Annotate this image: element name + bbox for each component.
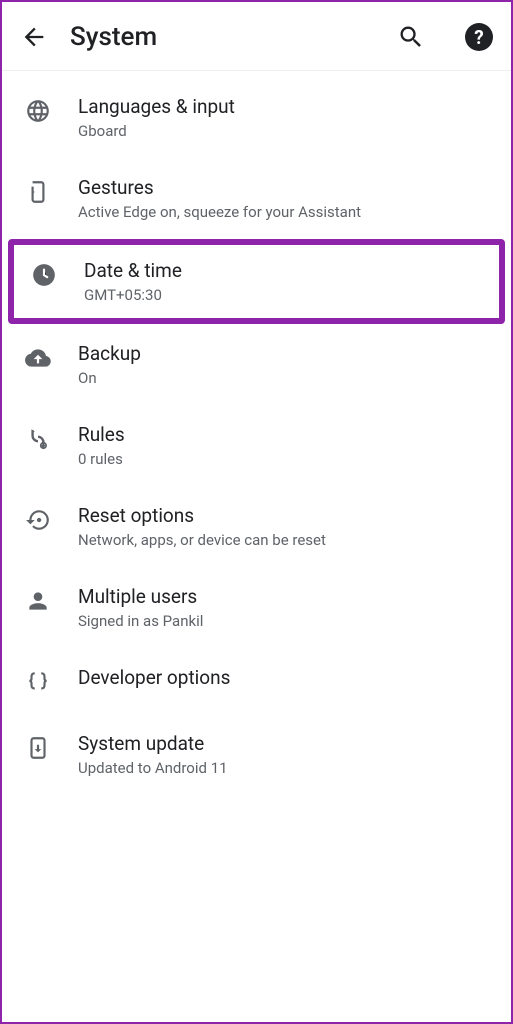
list-item-developer[interactable]: Developer options [2,648,511,714]
globe-icon [24,97,52,125]
item-subtitle: Updated to Android 11 [78,759,228,777]
user-icon [24,587,52,615]
item-subtitle: 0 rules [78,450,125,468]
rules-icon [24,425,52,453]
reset-icon [24,506,52,534]
header: System ? [2,2,511,71]
braces-icon [24,668,52,696]
item-subtitle: On [78,369,141,387]
item-label: Languages & input [78,95,235,118]
item-label: Reset options [78,504,326,527]
clock-icon [30,261,58,289]
item-label: Date & time [84,259,182,282]
item-subtitle: Network, apps, or device can be reset [78,531,326,549]
list-item-gestures[interactable]: Gestures Active Edge on, squeeze for you… [2,158,511,239]
item-label: Backup [78,342,141,365]
item-label: Multiple users [78,585,203,608]
list-item-backup[interactable]: Backup On [2,324,511,405]
list-item-system-update[interactable]: System update Updated to Android 11 [2,714,511,795]
item-label: Rules [78,423,125,446]
item-label: System update [78,732,228,755]
back-arrow-icon[interactable] [20,23,48,51]
help-icon[interactable]: ? [465,23,493,51]
gesture-icon [24,178,52,206]
item-label: Developer options [78,666,230,689]
list-item-users[interactable]: Multiple users Signed in as Pankil [2,567,511,648]
settings-list: Languages & input Gboard Gestures Active… [2,71,511,801]
item-subtitle: Gboard [78,122,235,140]
list-item-date-time[interactable]: Date & time GMT+05:30 [8,239,505,324]
update-icon [24,734,52,762]
list-item-rules[interactable]: Rules 0 rules [2,405,511,486]
list-item-reset[interactable]: Reset options Network, apps, or device c… [2,486,511,567]
search-icon[interactable] [397,23,425,51]
item-subtitle: GMT+05:30 [84,286,182,304]
page-title: System [70,22,357,52]
backup-icon [24,344,52,372]
item-subtitle: Active Edge on, squeeze for your Assista… [78,203,361,221]
list-item-languages[interactable]: Languages & input Gboard [2,77,511,158]
item-label: Gestures [78,176,361,199]
item-subtitle: Signed in as Pankil [78,612,203,630]
